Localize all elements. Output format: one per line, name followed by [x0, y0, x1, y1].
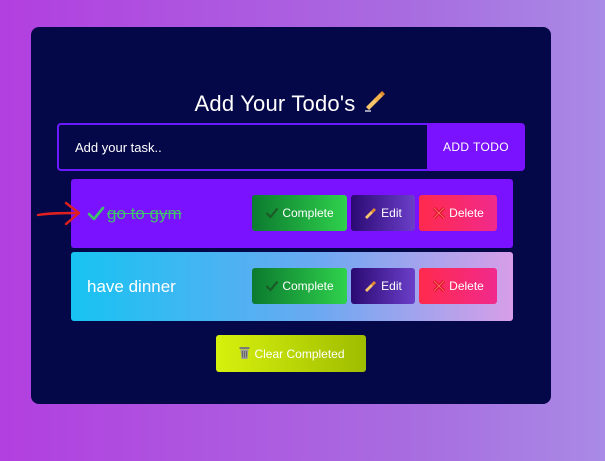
add-todo-form: ADD TODO: [57, 123, 525, 171]
edit-button[interactable]: Edit: [351, 195, 415, 231]
red-arrow-icon: [36, 199, 84, 229]
todo-text: have dinner: [87, 276, 176, 296]
todo-item: have dinner Complete Edit Delete: [71, 252, 513, 321]
edit-button[interactable]: Edit: [351, 268, 415, 304]
delete-label: Delete: [449, 279, 484, 293]
todo-item: go to gym Complete Edit Delete: [71, 179, 513, 248]
writing-hand-icon: [363, 89, 387, 119]
writing-hand-icon: [364, 279, 378, 293]
delete-label: Delete: [449, 206, 484, 220]
add-todo-button[interactable]: ADD TODO: [427, 123, 525, 171]
trash-icon: [237, 345, 252, 363]
clear-completed-button[interactable]: Clear Completed: [216, 335, 366, 372]
cross-mark-icon: [432, 206, 446, 220]
check-mark-icon: [265, 279, 279, 293]
task-input[interactable]: [57, 123, 427, 171]
app-title-row: Add Your Todo's: [31, 89, 551, 119]
complete-label: Complete: [282, 206, 334, 220]
check-mark-icon: [87, 205, 105, 223]
todo-text-row: have dinner: [87, 252, 176, 321]
edit-label: Edit: [381, 206, 402, 220]
clear-completed-label: Clear Completed: [254, 346, 345, 361]
complete-button[interactable]: Complete: [252, 268, 347, 304]
edit-label: Edit: [381, 279, 402, 293]
complete-label: Complete: [282, 279, 334, 293]
writing-hand-icon: [364, 206, 378, 220]
todo-text-row: go to gym: [87, 179, 182, 248]
cross-mark-icon: [432, 279, 446, 293]
check-mark-icon: [265, 206, 279, 220]
complete-button[interactable]: Complete: [252, 195, 347, 231]
delete-button[interactable]: Delete: [419, 268, 497, 304]
app-title: Add Your Todo's: [194, 91, 356, 116]
delete-button[interactable]: Delete: [419, 195, 497, 231]
todo-text: go to gym: [107, 203, 182, 223]
